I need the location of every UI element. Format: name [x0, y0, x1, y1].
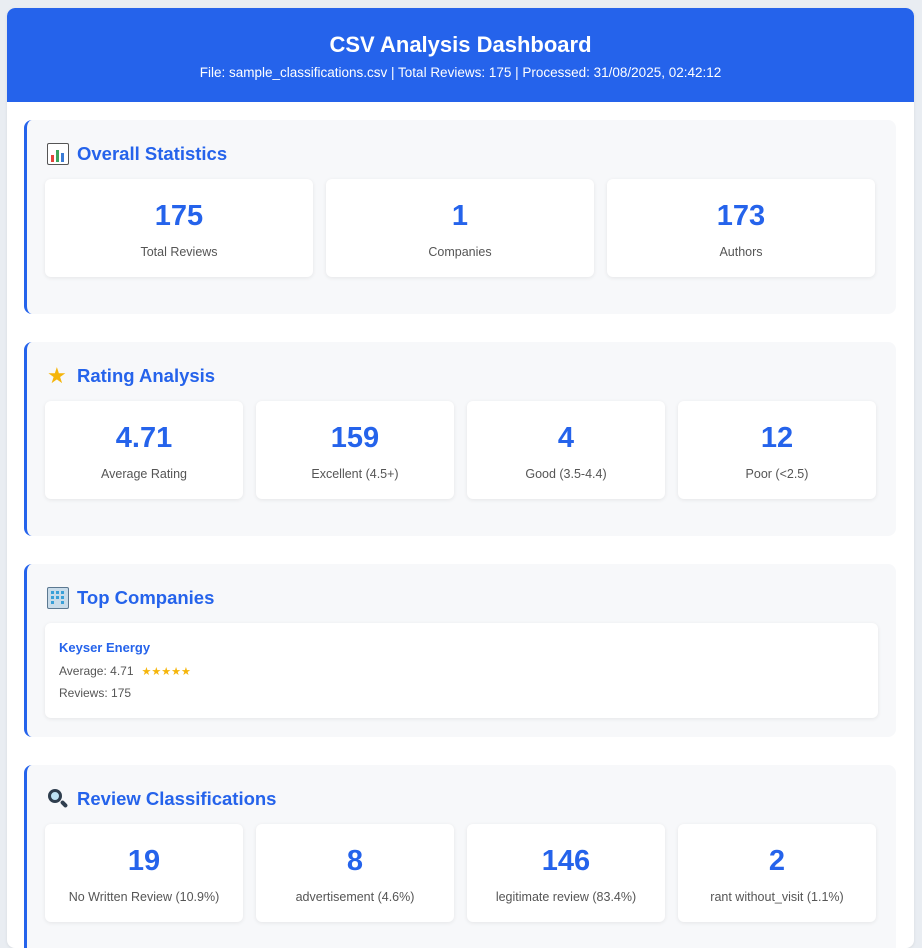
- stat-card-legitimate-review: 146 legitimate review (83.4%): [467, 824, 665, 922]
- stat-value: 4.71: [115, 422, 173, 454]
- stat-card-poor: 12 Poor (<2.5): [678, 401, 876, 499]
- stat-card-no-written-review: 19 No Written Review (10.9%): [45, 824, 243, 922]
- stat-label: legitimate review (83.4%): [495, 890, 637, 904]
- stat-label: Companies: [428, 245, 492, 259]
- classification-stats-cards: 19 No Written Review (10.9%) 8 advertise…: [45, 824, 876, 922]
- page-title: CSV Analysis Dashboard: [329, 32, 592, 57]
- file-info: File: sample_classifications.csv | Total…: [199, 65, 722, 80]
- overall-statistics-section: Overall Statistics 175 Total Reviews 1 C…: [24, 120, 896, 314]
- stat-label: Total Reviews: [140, 245, 218, 259]
- stat-card-excellent: 159 Excellent (4.5+): [256, 401, 454, 499]
- stat-value: 19: [127, 845, 161, 877]
- stat-card-good: 4 Good (3.5-4.4): [467, 401, 665, 499]
- stat-label: rant without_visit (1.1%): [710, 890, 844, 904]
- company-reviews: Reviews: 175: [59, 686, 132, 700]
- rating-stats-cards: 4.71 Average Rating 159 Excellent (4.5+)…: [45, 401, 876, 499]
- stat-label: Poor (<2.5): [745, 467, 809, 481]
- stat-value: 1: [451, 200, 469, 232]
- section-title-classifications: Review Classifications: [47, 785, 276, 813]
- stat-card-average-rating: 4.71 Average Rating: [45, 401, 243, 499]
- section-title-text: Overall Statistics: [77, 143, 228, 164]
- stat-value: 12: [760, 422, 794, 454]
- stat-label: No Written Review (10.9%): [68, 890, 220, 904]
- stat-card-advertisement: 8 advertisement (4.6%): [256, 824, 454, 922]
- stat-card-total-reviews: 175 Total Reviews: [45, 179, 313, 277]
- stat-value: 4: [557, 422, 575, 454]
- stat-label: Average Rating: [101, 467, 187, 481]
- stat-value: 146: [541, 845, 591, 877]
- stat-card-rant-without-visit: 2 rant without_visit (1.1%): [678, 824, 876, 922]
- stat-value: 2: [768, 845, 786, 877]
- company-average-text: Average: 4.71: [59, 664, 134, 678]
- stat-value: 173: [716, 200, 766, 232]
- magnifying-glass-icon: [47, 788, 69, 810]
- company-average: Average: 4.71 ★★★★★: [59, 664, 864, 679]
- review-classifications-section: Review Classifications 19 No Written Rev…: [24, 765, 896, 948]
- company-name: Keyser Energy: [59, 640, 151, 655]
- star-icon: ★: [47, 363, 67, 388]
- stat-label: Authors: [719, 245, 763, 259]
- stat-label: Good (3.5-4.4): [525, 467, 607, 481]
- section-title-text: Rating Analysis: [77, 365, 216, 386]
- stat-label: Excellent (4.5+): [311, 467, 399, 481]
- bar-chart-icon: [47, 143, 69, 165]
- dashboard-header: CSV Analysis Dashboard File: sample_clas…: [7, 8, 914, 102]
- stat-card-authors: 173 Authors: [607, 179, 875, 277]
- stat-value: 159: [330, 422, 380, 454]
- stat-card-companies: 1 Companies: [326, 179, 594, 277]
- overall-stats-cards: 175 Total Reviews 1 Companies 173 Author…: [45, 179, 875, 277]
- stat-label: advertisement (4.6%): [295, 890, 415, 904]
- stat-value: 8: [346, 845, 364, 877]
- rating-stars-icon: ★★★★★: [141, 666, 191, 678]
- company-card-keyser-energy: Keyser Energy Average: 4.71 ★★★★★ Reviews…: [45, 623, 878, 718]
- building-icon: [47, 587, 69, 609]
- section-title-companies: Top Companies: [47, 584, 214, 612]
- rating-analysis-section: ★ Rating Analysis 4.71 Average Rating 15…: [24, 342, 896, 536]
- section-title-overall: Overall Statistics: [47, 140, 227, 168]
- section-title-rating: ★ Rating Analysis: [47, 362, 215, 390]
- section-title-text: Top Companies: [77, 587, 215, 608]
- top-companies-section: Top Companies Keyser Energy Average: 4.7…: [24, 564, 896, 737]
- section-title-text: Review Classifications: [77, 788, 277, 809]
- stat-value: 175: [154, 200, 204, 232]
- dashboard-container: CSV Analysis Dashboard File: sample_clas…: [7, 8, 914, 948]
